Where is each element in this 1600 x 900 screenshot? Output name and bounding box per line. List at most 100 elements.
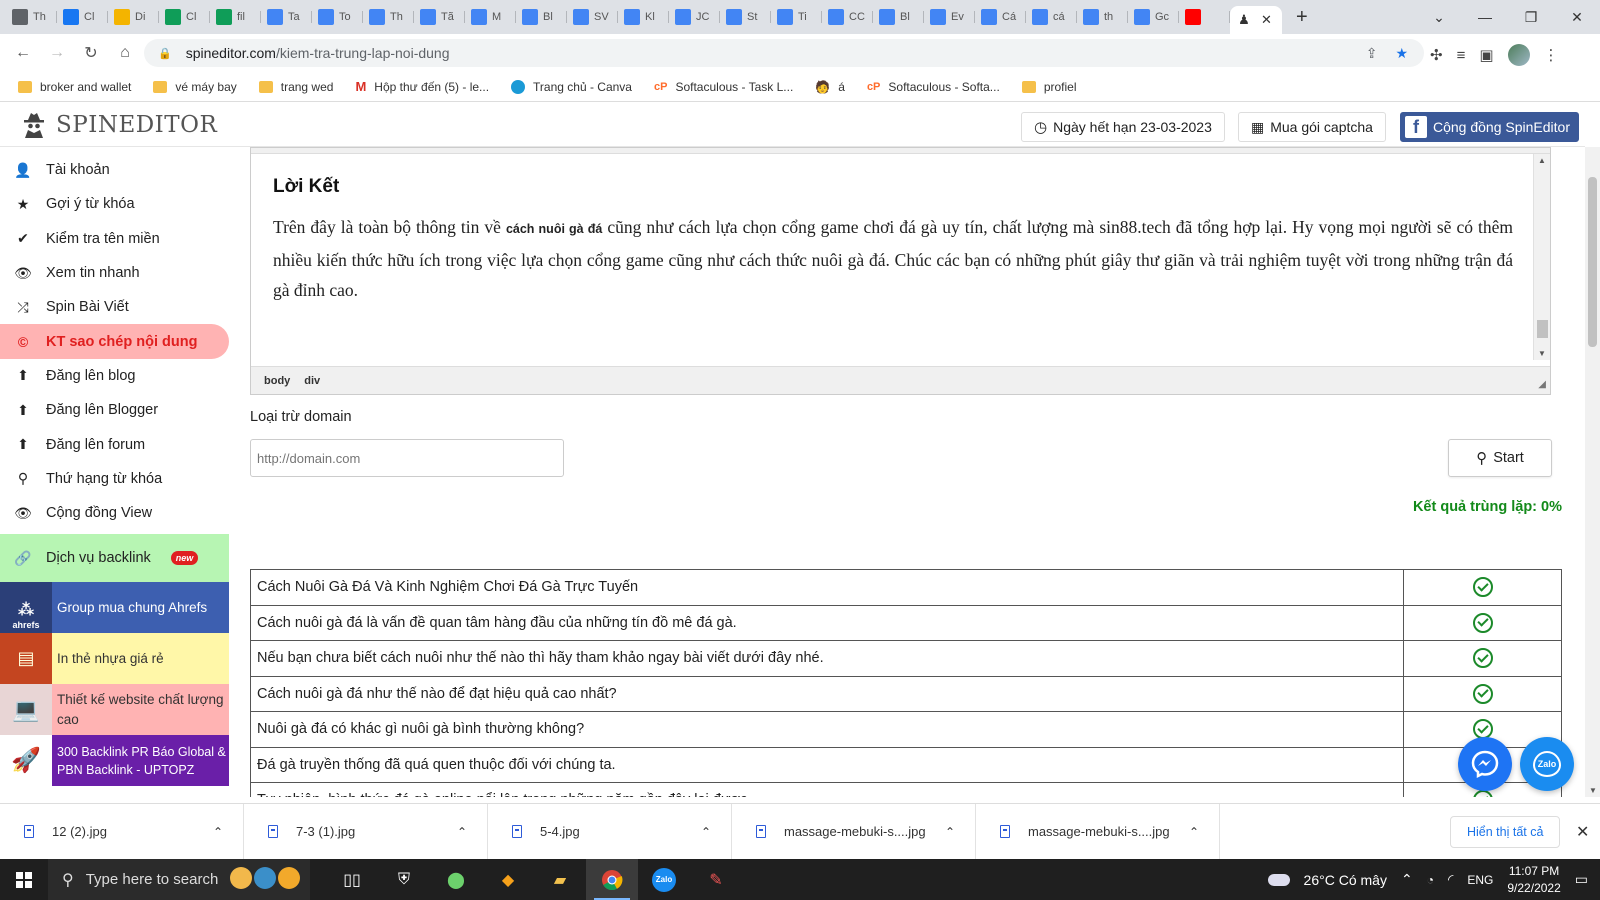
bookmark-8[interactable]: profiel — [1021, 80, 1077, 94]
download-item[interactable]: 5-4.jpg ⌃ — [488, 803, 732, 860]
minimize-button[interactable]: — — [1462, 9, 1508, 25]
start-menu-button[interactable] — [0, 859, 48, 900]
bookmark-star-icon[interactable]: ★ — [1395, 45, 1408, 62]
bookmark-4[interactable]: Trang chủ - Canva — [511, 79, 632, 94]
expiry-button[interactable]: ◷ Ngày hết hạn 23-03-2023 — [1021, 112, 1225, 142]
tab-5[interactable]: Ta — [261, 3, 312, 31]
notifications-icon[interactable]: ▭ — [1575, 871, 1588, 888]
profile-avatar[interactable] — [1507, 44, 1530, 66]
tab-13[interactable]: JC — [669, 3, 720, 31]
chevron-up-icon[interactable]: ⌃ — [701, 825, 711, 839]
close-downloads-icon[interactable]: ✕ — [1576, 822, 1589, 842]
bookmark-6[interactable]: 🧑 á — [815, 80, 845, 94]
content-editor[interactable]: Lời Kết Trên đây là toàn bộ thông tin về… — [250, 147, 1551, 395]
sidebar-item-3[interactable]: 👁 Xem tin nhanh — [0, 256, 229, 290]
back-button[interactable]: ← — [6, 44, 40, 62]
sidebar-item-6[interactable]: ⬆ Đăng lên blog — [0, 359, 229, 393]
tab-0[interactable]: Th — [6, 3, 57, 31]
tab-16[interactable]: CC — [822, 3, 873, 31]
language-indicator[interactable]: ENG — [1467, 873, 1493, 887]
tab-21[interactable]: th — [1077, 3, 1128, 31]
editor-scrollbar[interactable]: ▲ ▼ — [1533, 154, 1550, 360]
network-icon[interactable]: ◔ — [1427, 873, 1434, 887]
messenger-button[interactable] — [1458, 737, 1512, 791]
download-item[interactable]: 7-3 (1).jpg ⌃ — [244, 803, 488, 860]
buy-captcha-button[interactable]: ▦ Mua gói captcha — [1238, 112, 1386, 142]
share-icon[interactable]: ⇪ — [1366, 45, 1378, 62]
bookmark-2[interactable]: trang wed — [258, 80, 333, 94]
promo-banner-0[interactable]: ⁂ ahrefs Group mua chung Ahrefs — [0, 582, 229, 634]
paint-app-icon[interactable]: ✎ — [690, 859, 742, 900]
sidebar-item-0[interactable]: 👤 Tài khoản — [0, 153, 229, 187]
close-window-button[interactable]: ✕ — [1554, 9, 1600, 26]
taskbar-clock[interactable]: 11:07 PM 9/22/2022 — [1507, 863, 1560, 897]
tab-6[interactable]: To — [312, 3, 363, 31]
page-scroll-down-icon[interactable]: ▼ — [1589, 786, 1597, 795]
bookmark-7[interactable]: cP Softaculous - Softa... — [867, 80, 1000, 94]
tab-active-spineditor[interactable]: ♟ ✕ — [1230, 6, 1282, 34]
tab-10[interactable]: Bl — [516, 3, 567, 31]
chrome-taskbar-icon[interactable] — [586, 859, 638, 900]
sidebar-item-7[interactable]: ⬆ Đăng lên Blogger — [0, 393, 229, 427]
weather-text[interactable]: 26°C Có mây — [1304, 872, 1387, 888]
promo-banner-2[interactable]: 💻 Thiết kế website chất lượng cao — [0, 684, 229, 736]
tab-15[interactable]: Ti — [771, 3, 822, 31]
editor-scroll-thumb[interactable] — [1537, 320, 1548, 338]
tab-19[interactable]: Cá — [975, 3, 1026, 31]
side-panel-icon[interactable]: ▣ — [1479, 46, 1493, 64]
sidebar-item-1[interactable]: ★ Gợi ý từ khóa — [0, 187, 229, 221]
reload-button[interactable]: ↻ — [74, 43, 108, 63]
colorful-app-icon[interactable]: ◆ — [482, 859, 534, 900]
close-tab-icon[interactable]: ✕ — [1261, 12, 1272, 28]
tab-17[interactable]: Bl — [873, 3, 924, 31]
bookmark-3[interactable]: M Hộp thư đến (5) - le... — [355, 79, 489, 94]
chevron-up-icon[interactable]: ⌃ — [1189, 825, 1199, 839]
tab-20[interactable]: cá — [1026, 3, 1077, 31]
bookmark-5[interactable]: cP Softaculous - Task L... — [654, 80, 793, 94]
resize-grip-icon[interactable]: ◢ — [1538, 379, 1546, 390]
zalo-taskbar-icon[interactable]: Zalo — [638, 859, 690, 900]
page-scrollbar[interactable]: ▼ — [1585, 147, 1600, 797]
chevron-up-icon[interactable]: ⌃ — [213, 825, 223, 839]
tab-23[interactable] — [1179, 3, 1230, 31]
address-bar[interactable]: 🔒 spineditor.com/kiem-tra-trung-lap-noi-… — [144, 39, 1424, 67]
task-view-icon[interactable]: ▯▯ — [326, 859, 378, 900]
tab-1[interactable]: Cl — [57, 3, 108, 31]
browser-menu-icon[interactable]: ⋮ — [1544, 46, 1559, 64]
site-logo[interactable]: SPINEDITOR — [22, 111, 217, 139]
tray-expand-icon[interactable]: ⌃ — [1401, 871, 1413, 888]
wifi-icon[interactable]: ◜ — [1448, 871, 1453, 888]
download-item[interactable]: massage-mebuki-s....jpg ⌃ — [732, 803, 976, 860]
restore-button[interactable]: ❐ — [1508, 9, 1554, 26]
zalo-button[interactable]: Zalo — [1520, 737, 1574, 791]
scroll-down-icon[interactable]: ▼ — [1538, 349, 1546, 358]
tab-7[interactable]: Th — [363, 3, 414, 31]
promo-banner-1[interactable]: ▤ In thẻ nhựa giá rẻ — [0, 633, 229, 685]
show-all-downloads-button[interactable]: Hiển thị tất cả — [1450, 816, 1561, 848]
page-scroll-thumb[interactable] — [1588, 177, 1597, 347]
new-tab-button[interactable]: + — [1296, 6, 1308, 29]
tab-search-icon[interactable]: ⌄ — [1416, 9, 1462, 26]
chevron-up-icon[interactable]: ⌃ — [945, 825, 955, 839]
bookmark-0[interactable]: broker and wallet — [18, 80, 131, 94]
sidebar-item-2[interactable]: ✔ Kiểm tra tên miền — [0, 222, 229, 256]
tab-2[interactable]: Di — [108, 3, 159, 31]
path-div[interactable]: div — [304, 375, 320, 387]
tab-9[interactable]: M — [465, 3, 516, 31]
download-item[interactable]: 12 (2).jpg ⌃ — [0, 803, 244, 860]
bookmark-1[interactable]: vé máy bay — [153, 80, 237, 94]
sidebar-item-9[interactable]: ⚲ Thứ hạng từ khóa — [0, 462, 229, 496]
tab-11[interactable]: SV — [567, 3, 618, 31]
sidebar-item-4[interactable]: ⤮ Spin Bài Viết — [0, 290, 229, 324]
file-explorer-icon[interactable]: ▰ — [534, 859, 586, 900]
community-button[interactable]: f Cộng đồng SpinEditor — [1400, 112, 1579, 142]
home-button[interactable]: ⌂ — [108, 44, 142, 62]
sidebar-item-backlink[interactable]: 🔗 Dịch vụ backlink new — [0, 534, 229, 583]
sidebar-item-10[interactable]: 👁 Cộng đồng View — [0, 496, 229, 530]
security-shield-icon[interactable]: ⛨ — [378, 859, 430, 900]
tab-4[interactable]: fil — [210, 3, 261, 31]
download-item[interactable]: massage-mebuki-s....jpg ⌃ — [976, 803, 1220, 860]
chevron-up-icon[interactable]: ⌃ — [457, 825, 467, 839]
path-body[interactable]: body — [264, 375, 290, 387]
tab-22[interactable]: Gc — [1128, 3, 1179, 31]
